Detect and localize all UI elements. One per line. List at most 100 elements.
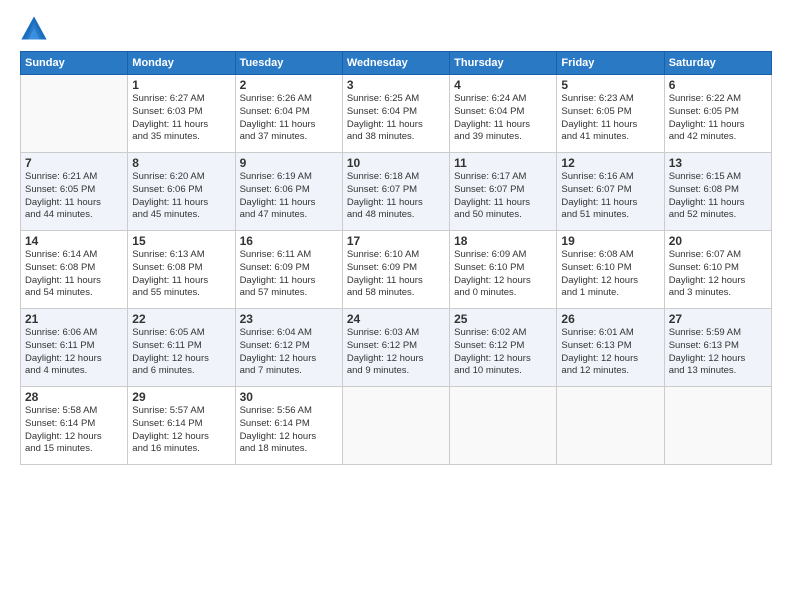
calendar-cell: 18Sunrise: 6:09 AMSunset: 6:10 PMDayligh… — [450, 231, 557, 309]
cell-info: Sunrise: 5:58 AMSunset: 6:14 PMDaylight:… — [25, 405, 123, 456]
calendar-cell: 26Sunrise: 6:01 AMSunset: 6:13 PMDayligh… — [557, 309, 664, 387]
day-number: 27 — [669, 312, 767, 326]
calendar-cell — [664, 387, 771, 465]
cell-info: Sunrise: 6:19 AMSunset: 6:06 PMDaylight:… — [240, 171, 338, 222]
day-number: 14 — [25, 234, 123, 248]
page: SundayMondayTuesdayWednesdayThursdayFrid… — [0, 0, 792, 612]
cell-info: Sunrise: 5:56 AMSunset: 6:14 PMDaylight:… — [240, 405, 338, 456]
week-row-3: 21Sunrise: 6:06 AMSunset: 6:11 PMDayligh… — [21, 309, 772, 387]
cell-info: Sunrise: 6:03 AMSunset: 6:12 PMDaylight:… — [347, 327, 445, 378]
week-row-1: 7Sunrise: 6:21 AMSunset: 6:05 PMDaylight… — [21, 153, 772, 231]
cell-info: Sunrise: 6:08 AMSunset: 6:10 PMDaylight:… — [561, 249, 659, 300]
cell-info: Sunrise: 6:05 AMSunset: 6:11 PMDaylight:… — [132, 327, 230, 378]
cell-info: Sunrise: 6:02 AMSunset: 6:12 PMDaylight:… — [454, 327, 552, 378]
calendar-cell: 29Sunrise: 5:57 AMSunset: 6:14 PMDayligh… — [128, 387, 235, 465]
cell-info: Sunrise: 6:25 AMSunset: 6:04 PMDaylight:… — [347, 93, 445, 144]
cell-info: Sunrise: 6:27 AMSunset: 6:03 PMDaylight:… — [132, 93, 230, 144]
day-number: 8 — [132, 156, 230, 170]
calendar-cell: 16Sunrise: 6:11 AMSunset: 6:09 PMDayligh… — [235, 231, 342, 309]
calendar-cell — [342, 387, 449, 465]
header-wednesday: Wednesday — [342, 52, 449, 75]
header-thursday: Thursday — [450, 52, 557, 75]
cell-info: Sunrise: 6:01 AMSunset: 6:13 PMDaylight:… — [561, 327, 659, 378]
day-number: 5 — [561, 78, 659, 92]
day-number: 6 — [669, 78, 767, 92]
calendar-cell: 6Sunrise: 6:22 AMSunset: 6:05 PMDaylight… — [664, 75, 771, 153]
day-number: 28 — [25, 390, 123, 404]
header-row: SundayMondayTuesdayWednesdayThursdayFrid… — [21, 52, 772, 75]
day-number: 10 — [347, 156, 445, 170]
day-number: 16 — [240, 234, 338, 248]
week-row-2: 14Sunrise: 6:14 AMSunset: 6:08 PMDayligh… — [21, 231, 772, 309]
header-monday: Monday — [128, 52, 235, 75]
week-row-0: 1Sunrise: 6:27 AMSunset: 6:03 PMDaylight… — [21, 75, 772, 153]
calendar-cell: 7Sunrise: 6:21 AMSunset: 6:05 PMDaylight… — [21, 153, 128, 231]
day-number: 13 — [669, 156, 767, 170]
calendar-cell: 5Sunrise: 6:23 AMSunset: 6:05 PMDaylight… — [557, 75, 664, 153]
calendar-cell: 20Sunrise: 6:07 AMSunset: 6:10 PMDayligh… — [664, 231, 771, 309]
calendar-cell: 8Sunrise: 6:20 AMSunset: 6:06 PMDaylight… — [128, 153, 235, 231]
day-number: 25 — [454, 312, 552, 326]
calendar-cell: 23Sunrise: 6:04 AMSunset: 6:12 PMDayligh… — [235, 309, 342, 387]
cell-info: Sunrise: 6:09 AMSunset: 6:10 PMDaylight:… — [454, 249, 552, 300]
calendar-cell: 30Sunrise: 5:56 AMSunset: 6:14 PMDayligh… — [235, 387, 342, 465]
calendar-cell: 14Sunrise: 6:14 AMSunset: 6:08 PMDayligh… — [21, 231, 128, 309]
header-tuesday: Tuesday — [235, 52, 342, 75]
day-number: 9 — [240, 156, 338, 170]
header-saturday: Saturday — [664, 52, 771, 75]
calendar-cell: 21Sunrise: 6:06 AMSunset: 6:11 PMDayligh… — [21, 309, 128, 387]
day-number: 4 — [454, 78, 552, 92]
cell-info: Sunrise: 6:11 AMSunset: 6:09 PMDaylight:… — [240, 249, 338, 300]
calendar-cell: 17Sunrise: 6:10 AMSunset: 6:09 PMDayligh… — [342, 231, 449, 309]
day-number: 17 — [347, 234, 445, 248]
day-number: 24 — [347, 312, 445, 326]
day-number: 3 — [347, 78, 445, 92]
day-number: 15 — [132, 234, 230, 248]
cell-info: Sunrise: 6:10 AMSunset: 6:09 PMDaylight:… — [347, 249, 445, 300]
logo-icon — [20, 15, 48, 43]
day-number: 18 — [454, 234, 552, 248]
cell-info: Sunrise: 6:23 AMSunset: 6:05 PMDaylight:… — [561, 93, 659, 144]
day-number: 21 — [25, 312, 123, 326]
calendar-cell: 2Sunrise: 6:26 AMSunset: 6:04 PMDaylight… — [235, 75, 342, 153]
cell-info: Sunrise: 5:59 AMSunset: 6:13 PMDaylight:… — [669, 327, 767, 378]
cell-info: Sunrise: 6:15 AMSunset: 6:08 PMDaylight:… — [669, 171, 767, 222]
week-row-4: 28Sunrise: 5:58 AMSunset: 6:14 PMDayligh… — [21, 387, 772, 465]
cell-info: Sunrise: 6:26 AMSunset: 6:04 PMDaylight:… — [240, 93, 338, 144]
header — [20, 15, 772, 43]
calendar-cell: 1Sunrise: 6:27 AMSunset: 6:03 PMDaylight… — [128, 75, 235, 153]
cell-info: Sunrise: 6:16 AMSunset: 6:07 PMDaylight:… — [561, 171, 659, 222]
cell-info: Sunrise: 6:13 AMSunset: 6:08 PMDaylight:… — [132, 249, 230, 300]
day-number: 22 — [132, 312, 230, 326]
calendar-cell: 3Sunrise: 6:25 AMSunset: 6:04 PMDaylight… — [342, 75, 449, 153]
day-number: 7 — [25, 156, 123, 170]
calendar-cell: 15Sunrise: 6:13 AMSunset: 6:08 PMDayligh… — [128, 231, 235, 309]
cell-info: Sunrise: 5:57 AMSunset: 6:14 PMDaylight:… — [132, 405, 230, 456]
day-number: 26 — [561, 312, 659, 326]
calendar-cell: 10Sunrise: 6:18 AMSunset: 6:07 PMDayligh… — [342, 153, 449, 231]
day-number: 29 — [132, 390, 230, 404]
cell-info: Sunrise: 6:06 AMSunset: 6:11 PMDaylight:… — [25, 327, 123, 378]
calendar-cell: 11Sunrise: 6:17 AMSunset: 6:07 PMDayligh… — [450, 153, 557, 231]
day-number: 11 — [454, 156, 552, 170]
day-number: 12 — [561, 156, 659, 170]
calendar-cell — [557, 387, 664, 465]
calendar-cell: 13Sunrise: 6:15 AMSunset: 6:08 PMDayligh… — [664, 153, 771, 231]
day-number: 2 — [240, 78, 338, 92]
cell-info: Sunrise: 6:07 AMSunset: 6:10 PMDaylight:… — [669, 249, 767, 300]
calendar-cell: 28Sunrise: 5:58 AMSunset: 6:14 PMDayligh… — [21, 387, 128, 465]
calendar-cell: 12Sunrise: 6:16 AMSunset: 6:07 PMDayligh… — [557, 153, 664, 231]
calendar-cell — [450, 387, 557, 465]
calendar-cell — [21, 75, 128, 153]
cell-info: Sunrise: 6:14 AMSunset: 6:08 PMDaylight:… — [25, 249, 123, 300]
cell-info: Sunrise: 6:17 AMSunset: 6:07 PMDaylight:… — [454, 171, 552, 222]
calendar-cell: 22Sunrise: 6:05 AMSunset: 6:11 PMDayligh… — [128, 309, 235, 387]
calendar-cell: 4Sunrise: 6:24 AMSunset: 6:04 PMDaylight… — [450, 75, 557, 153]
calendar-cell: 25Sunrise: 6:02 AMSunset: 6:12 PMDayligh… — [450, 309, 557, 387]
cell-info: Sunrise: 6:20 AMSunset: 6:06 PMDaylight:… — [132, 171, 230, 222]
day-number: 20 — [669, 234, 767, 248]
day-number: 30 — [240, 390, 338, 404]
cell-info: Sunrise: 6:24 AMSunset: 6:04 PMDaylight:… — [454, 93, 552, 144]
header-friday: Friday — [557, 52, 664, 75]
header-sunday: Sunday — [21, 52, 128, 75]
